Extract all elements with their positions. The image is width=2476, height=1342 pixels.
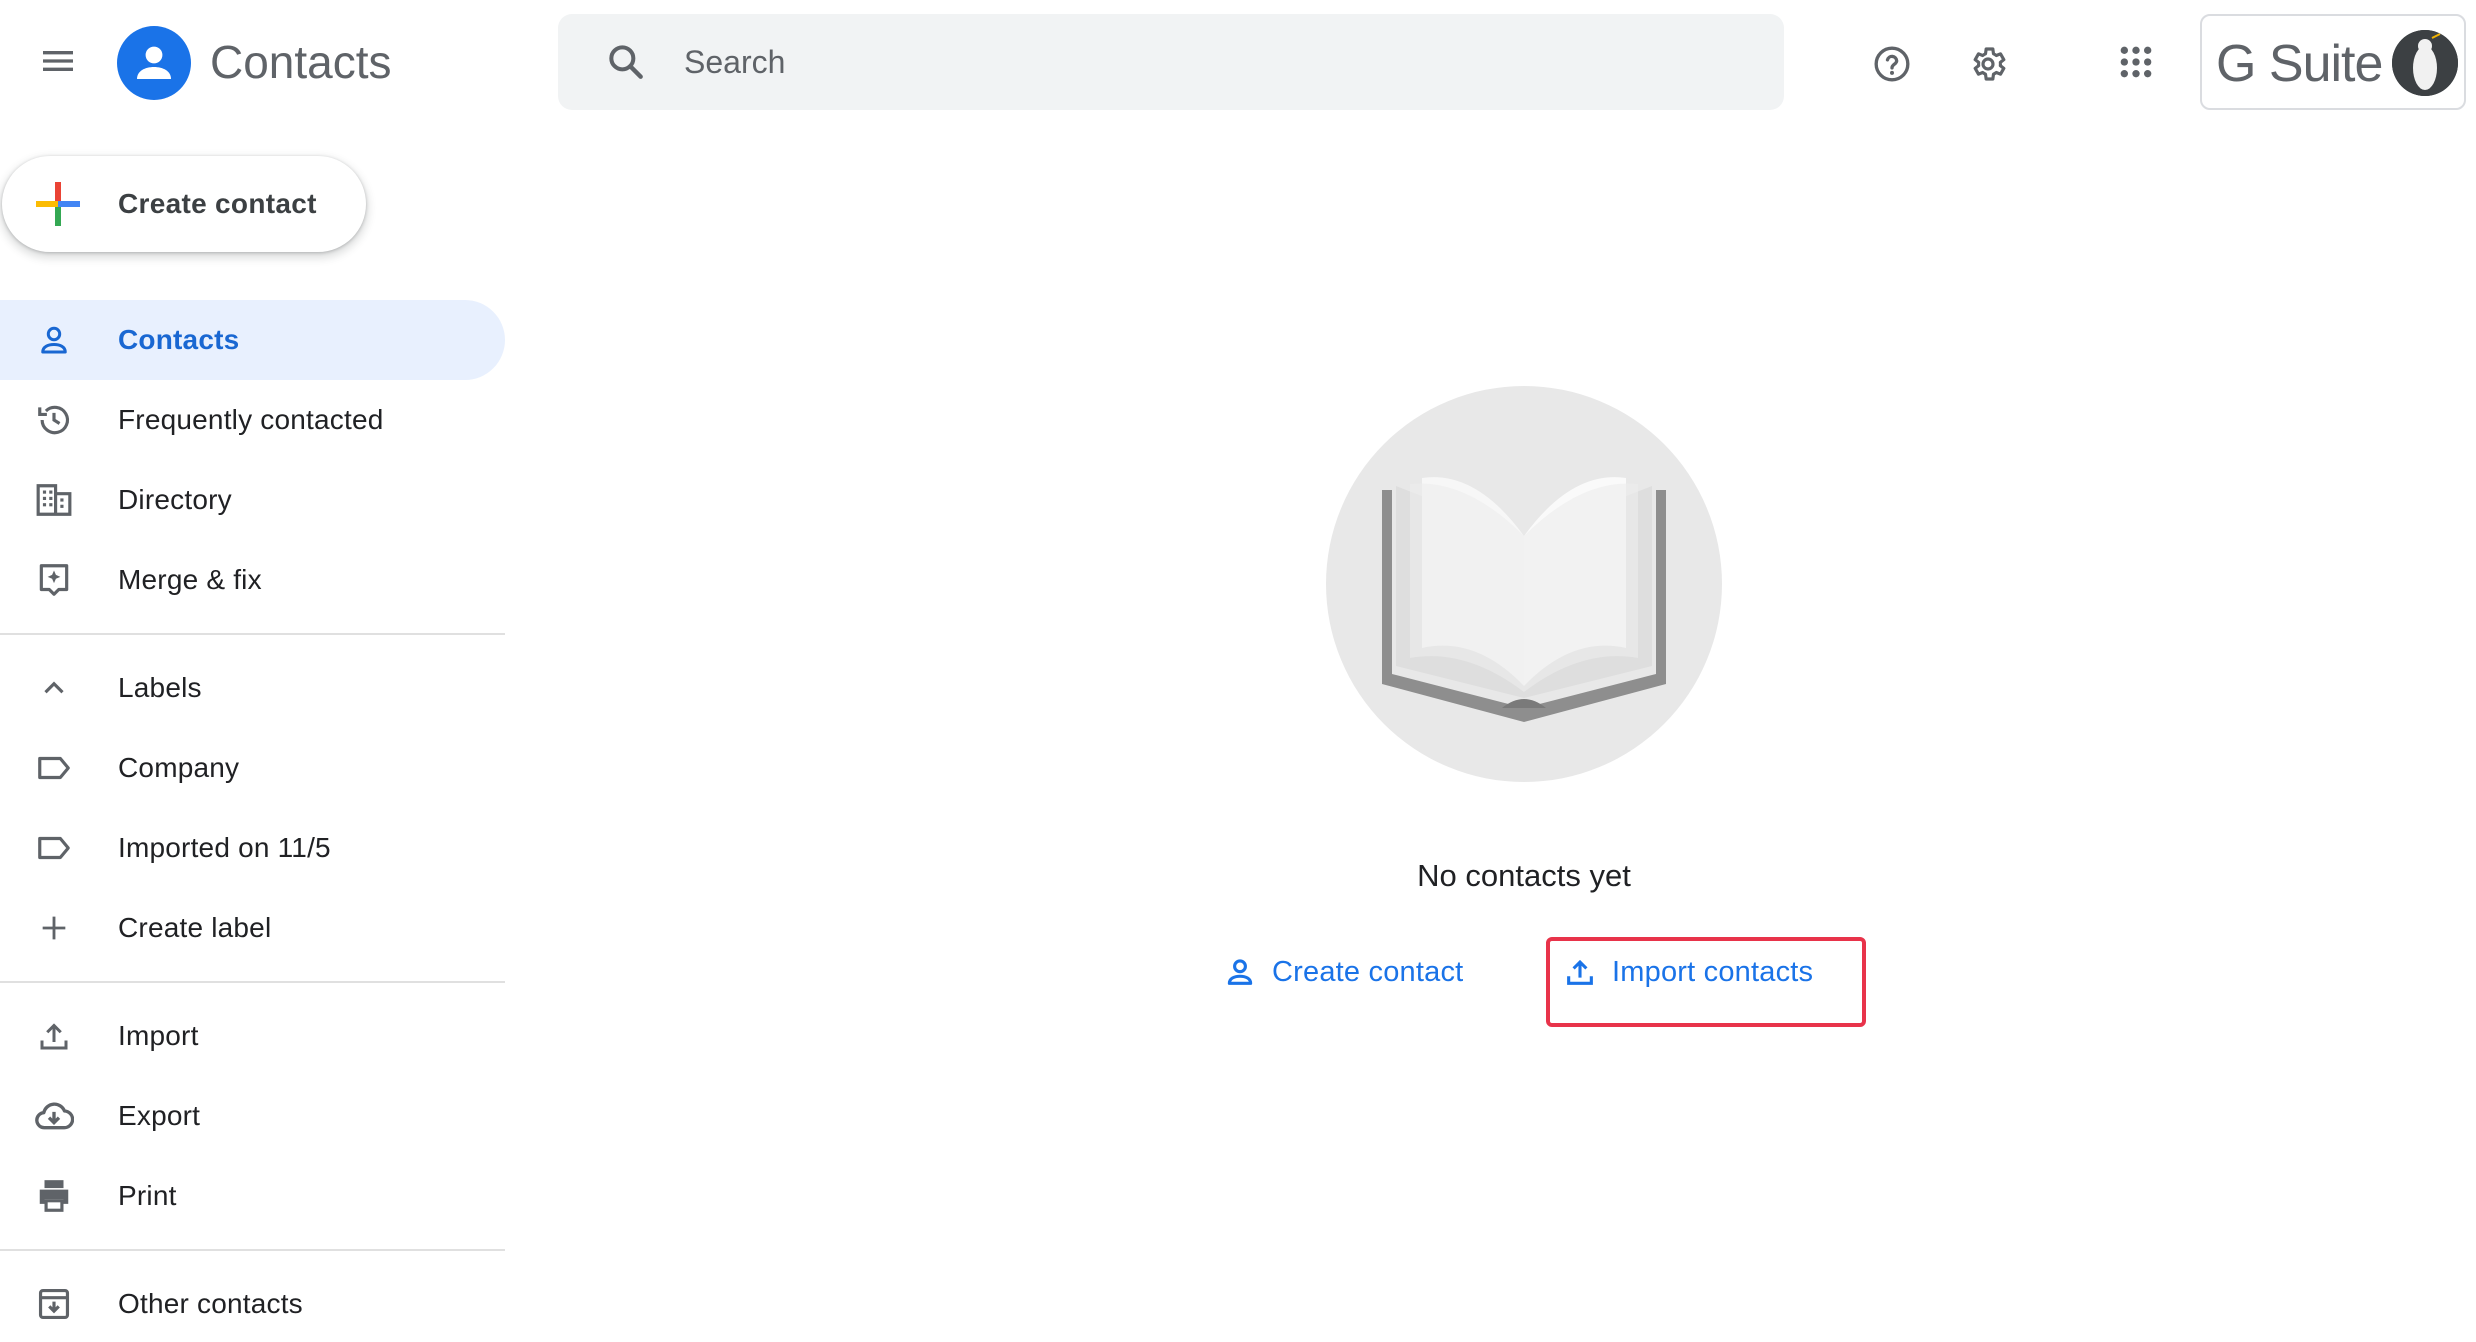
avatar-picture-icon [2392,30,2458,96]
app-header: Contacts G Suite [0,0,2476,126]
settings-button[interactable] [1953,29,2023,99]
account-switcher[interactable]: G Suite [2200,14,2466,110]
help-button[interactable] [1857,29,1927,99]
sidebar-item-label: Import [118,1020,199,1051]
sidebar-divider [0,633,505,635]
sidebar-item-label: Frequently contacted [118,404,384,435]
sidebar-item-label: Imported on 11/5 [118,832,331,863]
contacts-logo[interactable] [117,26,191,100]
label-icon [34,828,74,868]
empty-state-illustration [1326,386,1722,782]
sidebar-item-label: Merge & fix [118,564,262,595]
sidebar-item-label: Contacts [118,324,240,355]
create-contact-label: Create contact [118,188,317,219]
account-avatar[interactable] [2392,30,2458,96]
main-menu-button[interactable] [27,30,89,92]
sidebar-item-contacts[interactable]: Contacts [0,300,505,380]
contacts-person-icon [137,46,171,79]
person-add-icon [1222,954,1258,990]
sidebar-item-label: Directory [118,484,232,515]
sidebar-item-create-label[interactable]: Create label [0,888,505,968]
apps-button[interactable] [2101,27,2171,97]
search-input[interactable] [674,14,1784,110]
search-button[interactable] [578,14,674,110]
empty-state-message: No contacts yet [1417,858,1631,893]
merge-fix-icon [34,560,74,600]
search-bar[interactable] [558,14,1784,110]
plus-icon [34,908,74,948]
sidebar-item-export[interactable]: Export [0,1076,505,1156]
person-icon [34,320,74,360]
sidebar-item-print[interactable]: Print [0,1156,505,1236]
sidebar-item-label: Export [118,1100,201,1131]
sidebar-item-label-imported[interactable]: Imported on 11/5 [0,808,505,888]
sidebar-item-label: Create label [118,912,272,943]
labels-section-title: Labels [118,672,202,703]
app-title: Contacts [210,36,392,88]
cloud-download-icon [34,1096,74,1136]
building-icon [34,480,74,520]
sidebar-item-label: Other contacts [118,1288,303,1319]
sidebar-item-other-contacts[interactable]: Other contacts [0,1264,505,1342]
sidebar-item-label: Print [118,1180,177,1211]
sidebar-item-import[interactable]: Import [0,996,505,1076]
sidebar-divider [0,981,505,983]
gear-icon [1973,47,2006,81]
open-book-icon [1382,477,1666,722]
create-contact-link[interactable]: Create contact [1222,942,1463,1002]
gsuite-brand-text: G Suite [2216,35,2383,93]
chevron-up-icon [34,668,74,708]
hamburger-menu-icon [43,51,73,71]
create-contact-link-label: Create contact [1272,956,1464,988]
archive-icon [34,1284,74,1324]
sidebar-item-directory[interactable]: Directory [0,460,505,540]
import-contacts-link[interactable]: Import contacts [1562,942,1813,1002]
sidebar-item-label: Company [118,752,240,783]
sidebar-item-label-company[interactable]: Company [0,728,505,808]
history-icon [34,400,74,440]
sidebar-divider [0,1249,505,1251]
create-contact-button[interactable]: Create contact [2,156,366,252]
sidebar-item-merge-fix[interactable]: Merge & fix [0,540,505,620]
sidebar-item-frequently-contacted[interactable]: Frequently contacted [0,380,505,460]
labels-section-toggle[interactable]: Labels [0,648,505,728]
label-icon [34,748,74,788]
colorful-plus-icon [36,182,80,226]
upload-icon [34,1016,74,1056]
import-contacts-link-label: Import contacts [1612,956,1814,988]
upload-icon [1562,954,1598,990]
printer-icon [34,1176,74,1216]
search-icon [609,45,643,79]
help-circle-icon [1874,46,1910,82]
apps-grid-icon [2120,46,2152,78]
